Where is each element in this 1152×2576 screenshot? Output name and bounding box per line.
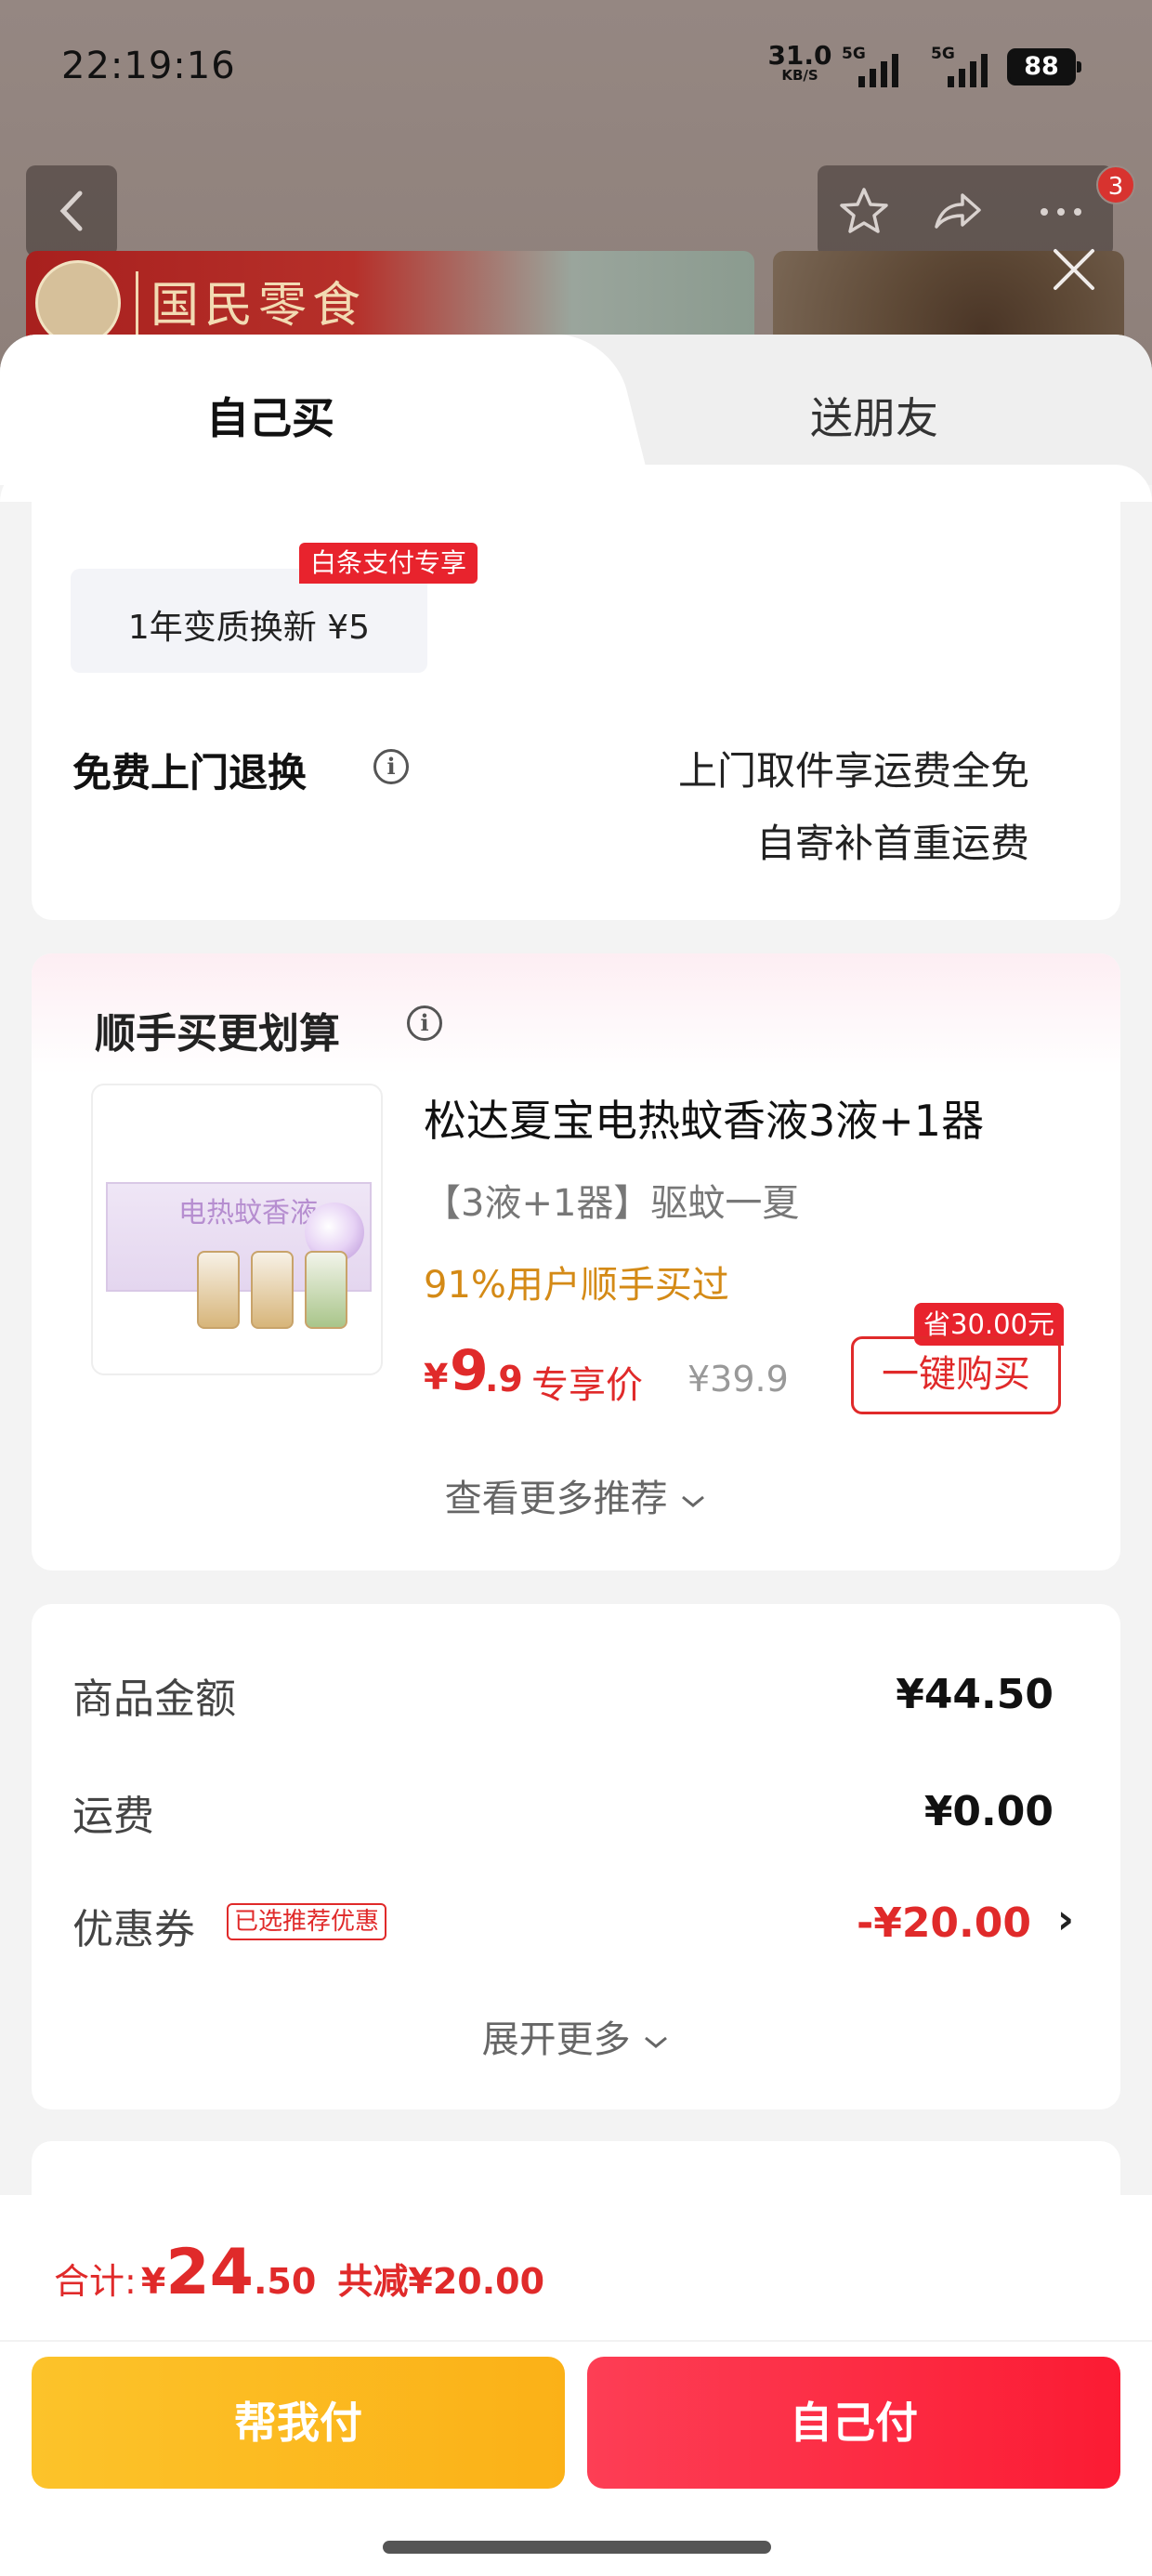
help-me-pay-button[interactable]: 帮我付 bbox=[32, 2357, 565, 2489]
return-self-send-text: 自寄补首重运费 bbox=[755, 821, 1029, 866]
shipping-label: 运费 bbox=[72, 1793, 154, 1840]
expand-more-link[interactable]: 展开更多 bbox=[0, 2009, 1152, 2063]
reduced-amount: 共减¥20.00 bbox=[337, 2261, 545, 2302]
info-icon-recommend[interactable]: i bbox=[407, 1005, 442, 1041]
info-icon[interactable]: i bbox=[373, 749, 409, 784]
status-bar: 22:19:16 31.0 KB/S 5G 5G 88 bbox=[0, 0, 1152, 139]
brand-text: 国民零食 bbox=[151, 278, 367, 334]
price-integer: 9 bbox=[450, 1338, 489, 1403]
brand-logo bbox=[35, 260, 121, 346]
status-time: 22:19:16 bbox=[61, 45, 236, 87]
star-icon[interactable] bbox=[836, 184, 892, 240]
exclusive-price-label: 专享价 bbox=[531, 1364, 643, 1407]
pay-myself-button[interactable]: 自己付 bbox=[587, 2357, 1120, 2489]
freshness-service-chip[interactable]: 1年变质换新 ¥5 bbox=[71, 569, 427, 673]
chevron-down-icon bbox=[645, 2036, 668, 2048]
network-speed: 31.0 KB/S bbox=[767, 40, 832, 84]
goods-amount-label: 商品金额 bbox=[72, 1676, 236, 1723]
return-title: 免费上门退换 bbox=[72, 750, 308, 795]
back-button[interactable] bbox=[26, 165, 117, 256]
shipping-value: ¥0.00 bbox=[923, 1788, 1054, 1835]
one-click-buy-button[interactable]: 一键购买 bbox=[851, 1336, 1061, 1414]
baitiao-badge: 白条支付专享 bbox=[299, 543, 478, 584]
tab-send-friend[interactable]: 送朋友 bbox=[810, 385, 938, 446]
tab-buy-self-label[interactable]: 自己买 bbox=[206, 385, 334, 446]
buyers-stat: 91%用户顺手买过 bbox=[424, 1264, 729, 1307]
product-spec: 【3液+1器】驱蚊一夏 bbox=[424, 1182, 800, 1225]
cart-count-badge: 3 bbox=[1096, 165, 1135, 204]
close-icon[interactable] bbox=[1048, 243, 1100, 296]
price-decimal: .9 bbox=[485, 1359, 523, 1400]
price-symbol: ¥ bbox=[424, 1357, 449, 1398]
chevron-left-icon bbox=[59, 191, 83, 231]
product-image[interactable]: 电热蚊香液 bbox=[91, 1084, 383, 1375]
home-indicator[interactable] bbox=[383, 2541, 771, 2554]
more-icon[interactable] bbox=[1033, 184, 1089, 240]
original-price: ¥39.9 bbox=[687, 1359, 789, 1400]
product-name[interactable]: 松达夏宝电热蚊香液3液+1器 bbox=[424, 1087, 984, 1149]
coupon-tag: 已选推荐优惠 bbox=[227, 1903, 387, 1940]
more-recommendations-link[interactable]: 查看更多推荐 bbox=[0, 1468, 1152, 1522]
share-icon[interactable] bbox=[929, 184, 985, 240]
total-amount: 合计: ¥24.50 共减¥20.00 bbox=[54, 2236, 545, 2309]
battery-icon: 88 bbox=[1007, 48, 1081, 85]
coupon-value[interactable]: -¥20.00 bbox=[857, 1899, 1031, 1947]
recommend-title: 顺手买更划算 bbox=[95, 1010, 340, 1058]
chevron-right-icon[interactable]: › bbox=[1057, 1896, 1074, 1943]
coupon-label[interactable]: 优惠券 bbox=[72, 1896, 195, 1955]
background-page: 22:19:16 31.0 KB/S 5G 5G 88 3 国民零食 bbox=[0, 0, 1152, 372]
return-pickup-text: 上门取件享运费全免 bbox=[677, 748, 1029, 794]
tab-bar: 自己买 送朋友 bbox=[0, 335, 1152, 502]
chevron-down-icon bbox=[682, 1495, 705, 1507]
goods-amount-value: ¥44.50 bbox=[896, 1671, 1054, 1718]
